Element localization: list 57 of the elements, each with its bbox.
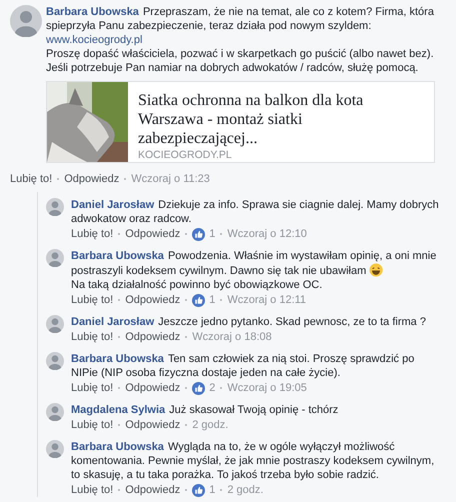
reply-link[interactable]: Odpowiedz bbox=[125, 330, 180, 344]
avatar bbox=[46, 315, 64, 333]
preview-title: Siatka ochronna na balkon dla kota Warszawa - montaż siatki zabezpieczającej... bbox=[138, 91, 364, 148]
comment-time: Wczoraj o 12:11 bbox=[227, 293, 306, 307]
avatar bbox=[46, 249, 64, 267]
author-name[interactable]: Barbara Ubowska bbox=[71, 250, 164, 262]
avatar bbox=[46, 403, 64, 421]
avatar bbox=[46, 352, 64, 370]
comment-text: Barbara Ubowska Przepraszam, że nie na temat, ale co z kotem? Firma, która spieprzyła Panu zabezpieczenie, teraz działa pod nowym szyldem: bbox=[46, 5, 435, 33]
website-link[interactable]: www.kocieogrody.pl bbox=[46, 33, 142, 47]
reaction-count: 2 bbox=[209, 381, 216, 395]
reply-link[interactable]: Odpowiedz bbox=[125, 293, 180, 307]
reaction-count: 1 bbox=[209, 227, 216, 241]
reply-link[interactable]: Odpowiedz bbox=[125, 418, 180, 432]
author-name[interactable]: Daniel Jarosław bbox=[71, 316, 154, 328]
like-link[interactable]: Lubię to! bbox=[71, 293, 114, 307]
reply-link[interactable]: Odpowiedz bbox=[64, 172, 120, 186]
comment-time: 2 godz. bbox=[227, 483, 264, 497]
comment-text: Daniel Jarosław Jeszcze jedno pytanko. Skad pewnosc, ze to ta firma ? bbox=[71, 315, 427, 329]
like-link[interactable]: Lubię to! bbox=[71, 418, 114, 432]
preview-domain: KOCIEOGRODY.PL bbox=[138, 148, 233, 162]
thumbs-up-icon bbox=[192, 484, 206, 496]
like-link[interactable]: Lubię to! bbox=[71, 483, 114, 497]
author-name[interactable]: Magdalena Sylwia bbox=[71, 404, 166, 416]
comment-text: Barbara Ubowska Wygląda na to, że w ogóle wyłączył możliwość komentowania. Pewnie myślał, że jak mnie postraszy kodeksem cywilnym, to skasuję, a tu taka porażka. To jakoś trzeba było sobie radzić. bbox=[71, 440, 436, 482]
comment-text: Magdalena Sylwia Już skasował Twoją opinię - tchórz bbox=[71, 403, 340, 417]
author-name[interactable]: Barbara Ubowska bbox=[71, 353, 164, 365]
reply-link[interactable]: Odpowiedz bbox=[125, 227, 180, 241]
thumbs-up-icon bbox=[192, 294, 206, 306]
avatar bbox=[46, 198, 64, 216]
reply-link[interactable]: Odpowiedz bbox=[125, 483, 180, 497]
author-name[interactable]: Barbara Ubowska bbox=[46, 6, 139, 18]
like-link[interactable]: Lubię to! bbox=[71, 381, 114, 395]
reaction-count: 1 bbox=[209, 293, 216, 307]
thumbs-up-icon bbox=[192, 382, 206, 394]
like-link[interactable]: Lubię to! bbox=[71, 330, 114, 344]
author-name[interactable]: Daniel Jarosław bbox=[71, 199, 154, 211]
avatar bbox=[10, 5, 42, 37]
comment-text: Na taką działalność powinno być obowiązkowe OC. bbox=[71, 278, 324, 292]
reply-link[interactable]: Odpowiedz bbox=[125, 381, 180, 395]
comment-text: Barbara Ubowska Ten sam człowiek za nią stoi. Proszę sprawdzić po NIPie (NIP osoba fizyczna dostaje jeden na całe życie). bbox=[71, 352, 416, 380]
avatar bbox=[46, 440, 64, 458]
comment-text: Proszę dopaść właściciela, pozwać i w skarpetkach go puścić (albo nawet bez). Jeśli potrzebuje Pan namiar na dobrych adwokatów / radców, służę pomocą. bbox=[46, 47, 435, 75]
comment-time: Wczoraj o 18:08 bbox=[192, 330, 272, 344]
like-link[interactable]: Lubię to! bbox=[10, 172, 52, 186]
thumbs-up-icon bbox=[192, 228, 206, 240]
laughing-emoji-icon bbox=[369, 263, 384, 277]
comment-time: Wczoraj o 11:23 bbox=[131, 172, 210, 186]
comment-text: Daniel Jarosław Dziekuje za info. Sprawa sie ciagnie dalej. Mamy dobrych adwokatow oraz radcow. bbox=[71, 198, 440, 226]
comment-time: Wczoraj o 12:10 bbox=[227, 227, 307, 241]
author-name[interactable]: Barbara Ubowska bbox=[71, 441, 164, 453]
comment-time: Wczoraj o 19:05 bbox=[227, 381, 307, 395]
reaction-count: 1 bbox=[209, 483, 216, 497]
like-link[interactable]: Lubię to! bbox=[71, 227, 114, 241]
comment-time: 2 godz. bbox=[192, 418, 228, 432]
link-preview-card[interactable]: Siatka ochronna na balkon dla kota Warszawa - montaż siatki zabezpieczającej... KOCIEOGRODY.PL bbox=[46, 81, 435, 163]
comment-text: Barbara Ubowska Powodzenia. Właśnie im wystawiłam opinię, a oni mnie postraszyli kodeksem cywilnym. Dawno się tak nie ubawiłam bbox=[71, 249, 438, 278]
